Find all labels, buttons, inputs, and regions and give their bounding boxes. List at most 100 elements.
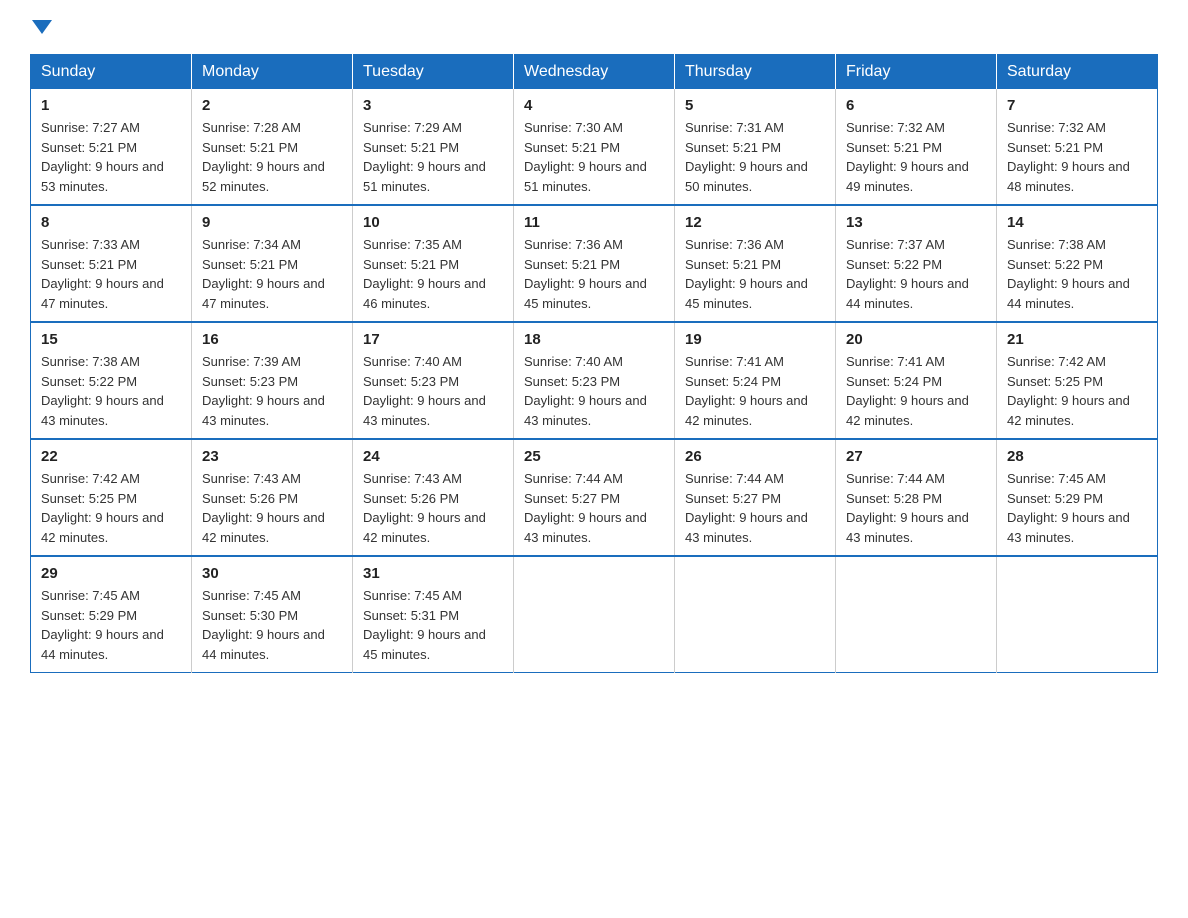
day-number: 23 xyxy=(202,448,342,465)
day-number: 8 xyxy=(41,214,181,231)
day-info: Sunrise: 7:42 AMSunset: 5:25 PMDaylight:… xyxy=(41,471,164,545)
calendar-cell: 1 Sunrise: 7:27 AMSunset: 5:21 PMDayligh… xyxy=(31,89,192,205)
day-number: 9 xyxy=(202,214,342,231)
day-number: 2 xyxy=(202,97,342,114)
weekday-header-tuesday: Tuesday xyxy=(353,55,514,90)
day-number: 3 xyxy=(363,97,503,114)
day-info: Sunrise: 7:27 AMSunset: 5:21 PMDaylight:… xyxy=(41,120,164,194)
day-number: 12 xyxy=(685,214,825,231)
day-info: Sunrise: 7:38 AMSunset: 5:22 PMDaylight:… xyxy=(1007,237,1130,311)
calendar-table: SundayMondayTuesdayWednesdayThursdayFrid… xyxy=(30,54,1158,673)
calendar-cell: 7 Sunrise: 7:32 AMSunset: 5:21 PMDayligh… xyxy=(997,89,1158,205)
calendar-cell: 6 Sunrise: 7:32 AMSunset: 5:21 PMDayligh… xyxy=(836,89,997,205)
day-info: Sunrise: 7:36 AMSunset: 5:21 PMDaylight:… xyxy=(524,237,647,311)
day-number: 14 xyxy=(1007,214,1147,231)
calendar-cell: 29 Sunrise: 7:45 AMSunset: 5:29 PMDaylig… xyxy=(31,556,192,673)
calendar-cell: 9 Sunrise: 7:34 AMSunset: 5:21 PMDayligh… xyxy=(192,205,353,322)
calendar-cell: 19 Sunrise: 7:41 AMSunset: 5:24 PMDaylig… xyxy=(675,322,836,439)
weekday-header-monday: Monday xyxy=(192,55,353,90)
calendar-cell: 10 Sunrise: 7:35 AMSunset: 5:21 PMDaylig… xyxy=(353,205,514,322)
calendar-cell: 16 Sunrise: 7:39 AMSunset: 5:23 PMDaylig… xyxy=(192,322,353,439)
day-info: Sunrise: 7:34 AMSunset: 5:21 PMDaylight:… xyxy=(202,237,325,311)
week-row-2: 8 Sunrise: 7:33 AMSunset: 5:21 PMDayligh… xyxy=(31,205,1158,322)
weekday-header-row: SundayMondayTuesdayWednesdayThursdayFrid… xyxy=(31,55,1158,90)
calendar-cell: 11 Sunrise: 7:36 AMSunset: 5:21 PMDaylig… xyxy=(514,205,675,322)
week-row-1: 1 Sunrise: 7:27 AMSunset: 5:21 PMDayligh… xyxy=(31,89,1158,205)
week-row-5: 29 Sunrise: 7:45 AMSunset: 5:29 PMDaylig… xyxy=(31,556,1158,673)
weekday-header-thursday: Thursday xyxy=(675,55,836,90)
day-info: Sunrise: 7:43 AMSunset: 5:26 PMDaylight:… xyxy=(202,471,325,545)
day-info: Sunrise: 7:45 AMSunset: 5:31 PMDaylight:… xyxy=(363,588,486,662)
calendar-cell: 12 Sunrise: 7:36 AMSunset: 5:21 PMDaylig… xyxy=(675,205,836,322)
logo-arrow-icon xyxy=(32,20,52,34)
day-number: 17 xyxy=(363,331,503,348)
week-row-3: 15 Sunrise: 7:38 AMSunset: 5:22 PMDaylig… xyxy=(31,322,1158,439)
day-number: 20 xyxy=(846,331,986,348)
week-row-4: 22 Sunrise: 7:42 AMSunset: 5:25 PMDaylig… xyxy=(31,439,1158,556)
day-info: Sunrise: 7:45 AMSunset: 5:30 PMDaylight:… xyxy=(202,588,325,662)
day-number: 5 xyxy=(685,97,825,114)
day-info: Sunrise: 7:44 AMSunset: 5:27 PMDaylight:… xyxy=(685,471,808,545)
calendar-cell: 27 Sunrise: 7:44 AMSunset: 5:28 PMDaylig… xyxy=(836,439,997,556)
calendar-cell: 13 Sunrise: 7:37 AMSunset: 5:22 PMDaylig… xyxy=(836,205,997,322)
day-number: 13 xyxy=(846,214,986,231)
day-number: 26 xyxy=(685,448,825,465)
day-info: Sunrise: 7:41 AMSunset: 5:24 PMDaylight:… xyxy=(846,354,969,428)
calendar-cell: 15 Sunrise: 7:38 AMSunset: 5:22 PMDaylig… xyxy=(31,322,192,439)
day-number: 31 xyxy=(363,565,503,582)
day-info: Sunrise: 7:44 AMSunset: 5:28 PMDaylight:… xyxy=(846,471,969,545)
weekday-header-sunday: Sunday xyxy=(31,55,192,90)
calendar-cell: 3 Sunrise: 7:29 AMSunset: 5:21 PMDayligh… xyxy=(353,89,514,205)
calendar-cell: 21 Sunrise: 7:42 AMSunset: 5:25 PMDaylig… xyxy=(997,322,1158,439)
day-info: Sunrise: 7:45 AMSunset: 5:29 PMDaylight:… xyxy=(1007,471,1130,545)
day-info: Sunrise: 7:37 AMSunset: 5:22 PMDaylight:… xyxy=(846,237,969,311)
day-number: 27 xyxy=(846,448,986,465)
calendar-cell: 5 Sunrise: 7:31 AMSunset: 5:21 PMDayligh… xyxy=(675,89,836,205)
day-info: Sunrise: 7:28 AMSunset: 5:21 PMDaylight:… xyxy=(202,120,325,194)
calendar-cell xyxy=(997,556,1158,673)
day-info: Sunrise: 7:42 AMSunset: 5:25 PMDaylight:… xyxy=(1007,354,1130,428)
day-info: Sunrise: 7:31 AMSunset: 5:21 PMDaylight:… xyxy=(685,120,808,194)
day-info: Sunrise: 7:33 AMSunset: 5:21 PMDaylight:… xyxy=(41,237,164,311)
calendar-cell xyxy=(514,556,675,673)
day-info: Sunrise: 7:41 AMSunset: 5:24 PMDaylight:… xyxy=(685,354,808,428)
day-info: Sunrise: 7:38 AMSunset: 5:22 PMDaylight:… xyxy=(41,354,164,428)
calendar-cell: 2 Sunrise: 7:28 AMSunset: 5:21 PMDayligh… xyxy=(192,89,353,205)
day-number: 21 xyxy=(1007,331,1147,348)
calendar-cell xyxy=(675,556,836,673)
day-number: 6 xyxy=(846,97,986,114)
day-number: 19 xyxy=(685,331,825,348)
day-number: 30 xyxy=(202,565,342,582)
calendar-cell: 24 Sunrise: 7:43 AMSunset: 5:26 PMDaylig… xyxy=(353,439,514,556)
day-info: Sunrise: 7:40 AMSunset: 5:23 PMDaylight:… xyxy=(524,354,647,428)
calendar-cell: 17 Sunrise: 7:40 AMSunset: 5:23 PMDaylig… xyxy=(353,322,514,439)
calendar-cell xyxy=(836,556,997,673)
calendar-cell: 18 Sunrise: 7:40 AMSunset: 5:23 PMDaylig… xyxy=(514,322,675,439)
calendar-cell: 30 Sunrise: 7:45 AMSunset: 5:30 PMDaylig… xyxy=(192,556,353,673)
weekday-header-saturday: Saturday xyxy=(997,55,1158,90)
logo xyxy=(30,20,52,34)
day-number: 7 xyxy=(1007,97,1147,114)
day-number: 11 xyxy=(524,214,664,231)
day-info: Sunrise: 7:44 AMSunset: 5:27 PMDaylight:… xyxy=(524,471,647,545)
day-info: Sunrise: 7:35 AMSunset: 5:21 PMDaylight:… xyxy=(363,237,486,311)
day-number: 24 xyxy=(363,448,503,465)
calendar-cell: 28 Sunrise: 7:45 AMSunset: 5:29 PMDaylig… xyxy=(997,439,1158,556)
page-header xyxy=(30,20,1158,34)
day-info: Sunrise: 7:43 AMSunset: 5:26 PMDaylight:… xyxy=(363,471,486,545)
day-info: Sunrise: 7:45 AMSunset: 5:29 PMDaylight:… xyxy=(41,588,164,662)
day-number: 22 xyxy=(41,448,181,465)
day-number: 10 xyxy=(363,214,503,231)
calendar-cell: 26 Sunrise: 7:44 AMSunset: 5:27 PMDaylig… xyxy=(675,439,836,556)
calendar-cell: 14 Sunrise: 7:38 AMSunset: 5:22 PMDaylig… xyxy=(997,205,1158,322)
calendar-cell: 20 Sunrise: 7:41 AMSunset: 5:24 PMDaylig… xyxy=(836,322,997,439)
calendar-cell: 22 Sunrise: 7:42 AMSunset: 5:25 PMDaylig… xyxy=(31,439,192,556)
calendar-cell: 4 Sunrise: 7:30 AMSunset: 5:21 PMDayligh… xyxy=(514,89,675,205)
calendar-cell: 8 Sunrise: 7:33 AMSunset: 5:21 PMDayligh… xyxy=(31,205,192,322)
day-info: Sunrise: 7:29 AMSunset: 5:21 PMDaylight:… xyxy=(363,120,486,194)
day-number: 25 xyxy=(524,448,664,465)
day-info: Sunrise: 7:30 AMSunset: 5:21 PMDaylight:… xyxy=(524,120,647,194)
day-info: Sunrise: 7:40 AMSunset: 5:23 PMDaylight:… xyxy=(363,354,486,428)
day-info: Sunrise: 7:32 AMSunset: 5:21 PMDaylight:… xyxy=(846,120,969,194)
day-number: 16 xyxy=(202,331,342,348)
